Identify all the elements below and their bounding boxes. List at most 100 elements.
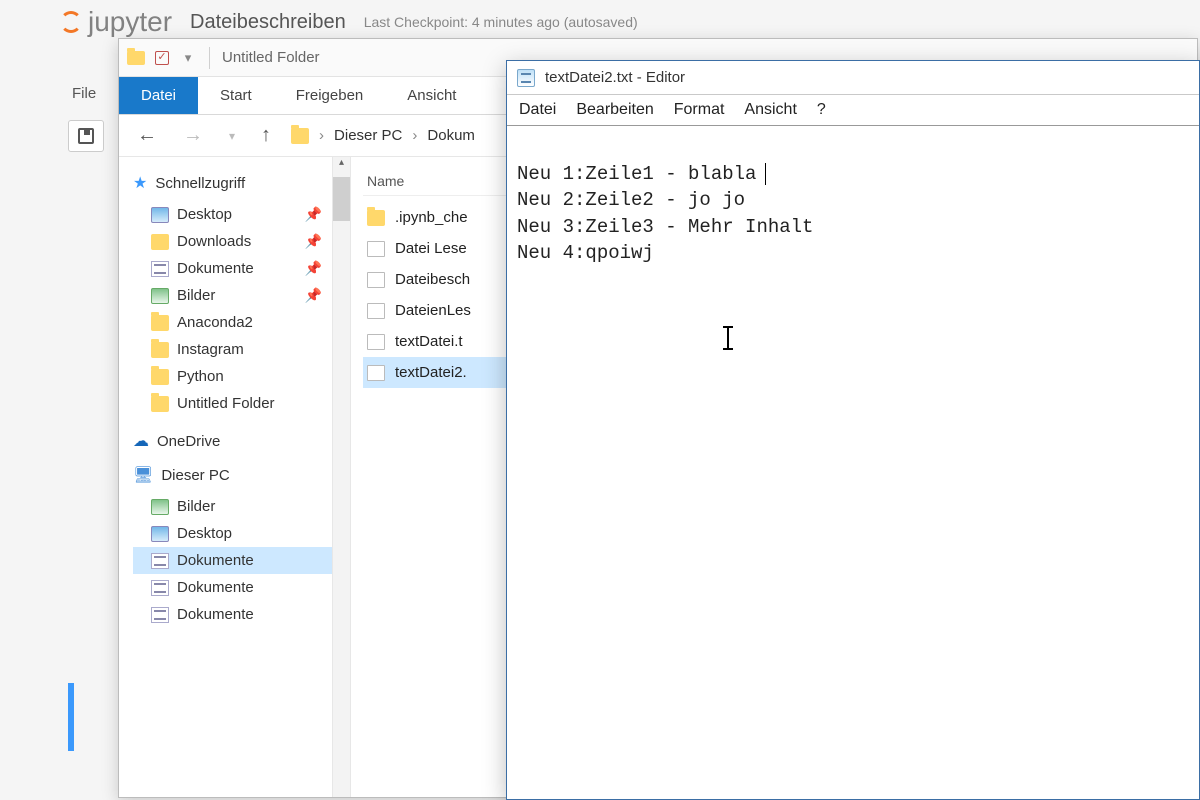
tree-item[interactable]: Untitled Folder [133, 390, 346, 417]
downloads-icon [151, 234, 169, 250]
tree-item-label: Desktop [177, 206, 232, 223]
tree-item[interactable]: Dokumente [133, 601, 346, 628]
notepad-menu-datei[interactable]: Datei [519, 101, 556, 119]
pics-icon [151, 499, 169, 515]
qat-folder-icon[interactable] [127, 49, 145, 67]
tree-item[interactable]: Instagram [133, 336, 346, 363]
notepad-menu-format[interactable]: Format [674, 101, 725, 119]
jupyter-logo-icon [60, 11, 82, 33]
file-icon [367, 241, 385, 257]
qat-separator [209, 47, 210, 69]
quick-access-label: Schnellzugriff [155, 175, 245, 192]
ribbon-tab-freigeben[interactable]: Freigeben [274, 77, 386, 114]
onedrive-label: OneDrive [157, 433, 220, 450]
notepad-menubar: Datei Bearbeiten Format Ansicht ? [507, 95, 1199, 126]
notepad-text-area[interactable]: Neu 1:Zeile1 - blabla Neu 2:Zeile2 - jo … [507, 126, 1199, 794]
desktop-icon [151, 526, 169, 542]
file-icon [367, 303, 385, 319]
nav-dropdown-icon[interactable]: ▾ [223, 129, 241, 143]
nav-back-icon[interactable]: ← [131, 124, 163, 147]
tree-item[interactable]: Dokumente [133, 547, 346, 574]
notepad-app-icon [517, 69, 535, 87]
tree-item-label: Dokumente [177, 260, 254, 277]
file-icon [367, 272, 385, 288]
file-name: DateienLes [395, 302, 471, 319]
jupyter-checkpoint: Last Checkpoint: 4 minutes ago (autosave… [364, 14, 638, 30]
jupyter-doc-title[interactable]: Dateibeschreiben [190, 11, 346, 34]
tree-item-label: Anaconda2 [177, 314, 253, 331]
folder-icon [151, 396, 169, 412]
scroll-thumb[interactable] [333, 177, 350, 221]
jupyter-cell-indicator [68, 683, 74, 751]
breadcrumb-folder-icon [291, 128, 309, 144]
jupyter-menu-file[interactable]: File [72, 85, 96, 102]
notepad-menu-ansicht[interactable]: Ansicht [744, 101, 796, 119]
tree-item[interactable]: Dokumente [133, 574, 346, 601]
monitor-icon: 🖥 [133, 465, 153, 485]
tree-scrollbar[interactable]: ▴ [332, 157, 350, 797]
notepad-menu-bearbeiten[interactable]: Bearbeiten [576, 101, 653, 119]
tree-item-label: Dokumente [177, 552, 254, 569]
tree-item[interactable]: Desktop 📌 [133, 201, 346, 228]
tree-this-pc[interactable]: 🖥 Dieser PC [133, 465, 346, 485]
folder-doc-icon [151, 261, 169, 277]
tree-item[interactable]: Python [133, 363, 346, 390]
nav-forward-icon[interactable]: → [177, 124, 209, 147]
tree-item[interactable]: Bilder📌 [133, 282, 346, 309]
tree-quick-access[interactable]: ★ Schnellzugriff [133, 173, 346, 193]
ribbon-tab-datei[interactable]: Datei [119, 77, 198, 114]
scroll-up-icon[interactable]: ▴ [333, 157, 350, 173]
breadcrumb[interactable]: › Dieser PC › Dokum [291, 127, 475, 144]
tree-item-label: Untitled Folder [177, 395, 275, 412]
folder-icon [367, 210, 385, 226]
folder-doc-icon [151, 580, 169, 596]
notepad-window: textDatei2.txt - Editor Datei Bearbeiten… [506, 60, 1200, 800]
qat-properties-icon[interactable]: ✓ [155, 51, 169, 65]
cloud-icon: ☁ [133, 431, 149, 451]
ibeam-cursor-icon [727, 326, 729, 350]
breadcrumb-folder[interactable]: Dokum [427, 127, 475, 144]
pin-icon: 📌 [305, 287, 322, 304]
file-name: textDatei2. [395, 364, 467, 381]
tree-item[interactable]: Bilder [133, 493, 346, 520]
tree-onedrive[interactable]: ☁ OneDrive [133, 431, 346, 451]
folder-doc-icon [151, 553, 169, 569]
tree-item[interactable]: Downloads📌 [133, 228, 346, 255]
folder-icon [151, 315, 169, 331]
tree-item[interactable]: Anaconda2 [133, 309, 346, 336]
file-icon [367, 334, 385, 350]
notepad-menu-help[interactable]: ? [817, 101, 826, 119]
ribbon-tab-ansicht[interactable]: Ansicht [385, 77, 478, 114]
desktop-icon [151, 207, 169, 223]
jupyter-menubar: File [72, 85, 96, 102]
qat-dropdown-icon[interactable]: ▾ [179, 49, 197, 67]
explorer-nav-tree: ★ Schnellzugriff Desktop📌Downloads📌Dokum… [119, 157, 351, 797]
chevron-right-icon: › [412, 127, 417, 144]
jupyter-logo-text: jupyter [88, 6, 172, 38]
pin-icon: 📌 [305, 260, 322, 277]
pin-icon: 📌 [305, 233, 322, 250]
breadcrumb-root[interactable]: Dieser PC [334, 127, 402, 144]
tree-item[interactable]: Desktop [133, 520, 346, 547]
pics-icon [151, 288, 169, 304]
file-name: textDatei.t [395, 333, 463, 350]
ribbon-tab-start[interactable]: Start [198, 77, 274, 114]
notepad-titlebar[interactable]: textDatei2.txt - Editor [507, 61, 1199, 95]
folder-icon [151, 369, 169, 385]
save-icon [78, 128, 94, 144]
file-name: Datei Lese [395, 240, 467, 257]
this-pc-label: Dieser PC [161, 467, 229, 484]
star-icon: ★ [133, 173, 147, 193]
file-name: .ipynb_che [395, 209, 468, 226]
explorer-window-title: Untitled Folder [222, 49, 320, 66]
nav-up-icon[interactable]: ↑ [255, 124, 277, 147]
file-name: Dateibesch [395, 271, 470, 288]
tree-item-label: Instagram [177, 341, 244, 358]
pin-icon: 📌 [305, 206, 322, 223]
file-icon [367, 365, 385, 381]
folder-icon [151, 342, 169, 358]
tree-item[interactable]: Dokumente 📌 [133, 255, 346, 282]
tree-item-label: Desktop [177, 525, 232, 542]
jupyter-save-button[interactable] [68, 120, 104, 152]
tree-item-label: Dokumente [177, 606, 254, 623]
